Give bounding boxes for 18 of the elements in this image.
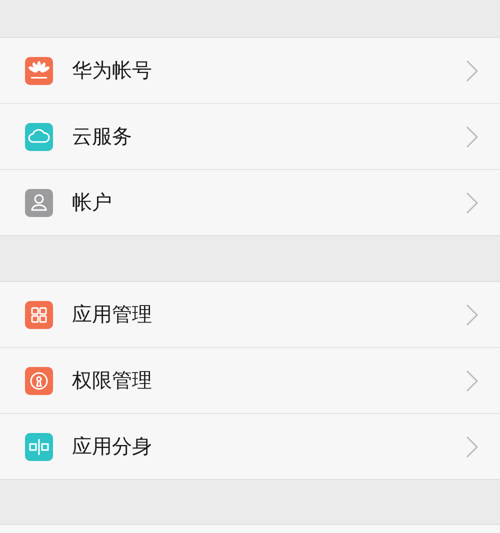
chevron-right-icon bbox=[466, 192, 478, 214]
row-label: 应用分身 bbox=[72, 433, 153, 460]
row-label: 帐户 bbox=[72, 189, 113, 216]
row-label: 应用管理 bbox=[72, 301, 153, 328]
settings-row[interactable]: 帐户 bbox=[0, 170, 500, 235]
settings-row[interactable]: 应用管理 bbox=[0, 282, 500, 348]
chevron-right-icon bbox=[466, 60, 478, 82]
row-label: 华为帐号 bbox=[72, 57, 153, 84]
settings-row[interactable]: 云服务 bbox=[0, 104, 500, 170]
settings-row[interactable]: 华为帐号 bbox=[0, 38, 500, 104]
chevron-right-icon bbox=[466, 436, 478, 458]
settings-row[interactable]: 权限管理 bbox=[0, 348, 500, 414]
chevron-right-icon bbox=[466, 126, 478, 148]
chevron-right-icon bbox=[466, 370, 478, 392]
settings-row[interactable]: 应用分身 bbox=[0, 414, 500, 479]
chevron-right-icon bbox=[466, 304, 478, 326]
row-label: 权限管理 bbox=[72, 367, 153, 394]
row-label: 云服务 bbox=[72, 123, 133, 150]
